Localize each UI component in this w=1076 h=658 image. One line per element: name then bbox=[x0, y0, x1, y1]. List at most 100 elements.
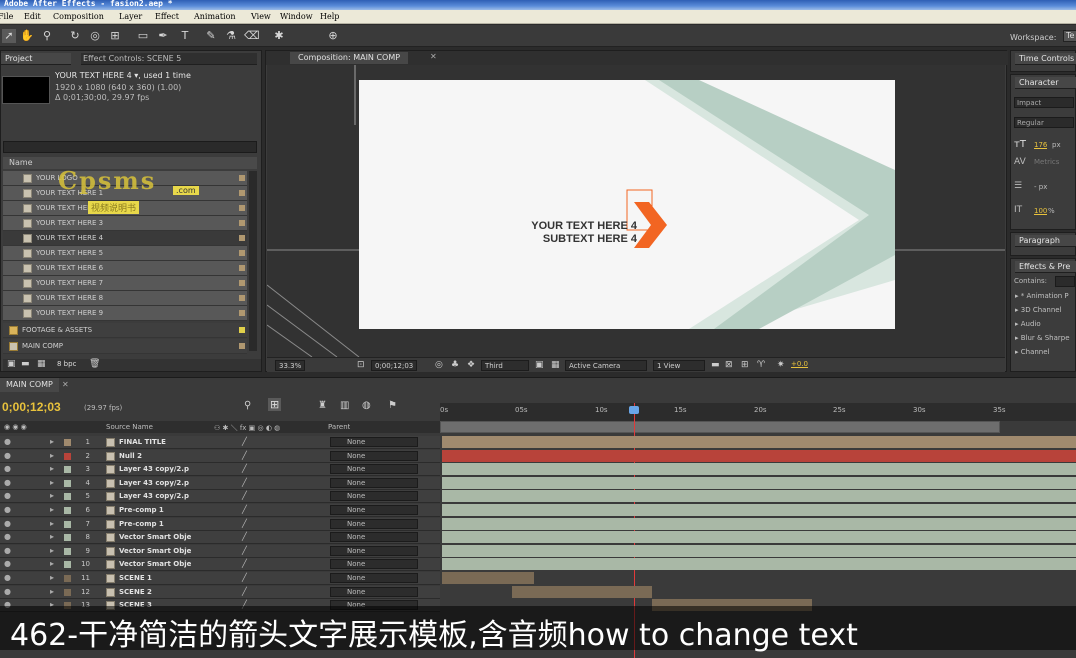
menu-help[interactable]: Help bbox=[320, 12, 339, 21]
work-area-bar[interactable] bbox=[440, 421, 1000, 433]
timeline-layer-row[interactable]: ● ▸ 6 Pre-comp 1 ╱ None bbox=[0, 504, 440, 517]
parent-select[interactable]: None bbox=[330, 477, 418, 488]
project-item[interactable]: YOUR TEXT HERE 6 bbox=[3, 261, 247, 276]
timeline-icon[interactable]: ⊞ bbox=[741, 360, 749, 370]
layer-label-color[interactable] bbox=[64, 439, 71, 446]
layer-name[interactable]: Pre-comp 1 bbox=[119, 506, 164, 514]
layer-duration-bar[interactable] bbox=[442, 463, 1076, 476]
menu-layer[interactable]: Layer bbox=[119, 12, 142, 21]
time-controls-tab[interactable]: Time Controls bbox=[1015, 53, 1076, 65]
quality-switch-icon[interactable]: ╱ bbox=[242, 587, 247, 596]
expand-arrow-icon[interactable]: ▸ bbox=[50, 546, 54, 555]
eraser-tool-icon[interactable]: ⌫ bbox=[244, 29, 260, 43]
comp-mini-flowchart-icon[interactable]: ⊞ bbox=[268, 398, 282, 411]
project-comp[interactable]: MAIN COMP bbox=[3, 339, 247, 354]
pen-tool-icon[interactable]: ✒ bbox=[156, 29, 170, 43]
vertical-scale-value[interactable]: 100 bbox=[1034, 207, 1047, 215]
quality-switch-icon[interactable]: ╱ bbox=[242, 505, 247, 514]
layer-name[interactable]: SCENE 1 bbox=[119, 574, 152, 582]
menu-composition[interactable]: Composition bbox=[53, 12, 104, 21]
effect-category[interactable]: ▸ Audio bbox=[1015, 320, 1041, 328]
timeline-layer-row[interactable]: ● ▸ 5 Layer 43 copy/2.p ╱ None bbox=[0, 490, 440, 504]
color-channel-icon[interactable]: ❖ bbox=[467, 360, 475, 370]
expand-arrow-icon[interactable]: ▸ bbox=[50, 519, 54, 528]
quality-switch-icon[interactable]: ╱ bbox=[242, 437, 247, 446]
exposure-value[interactable]: +0.0 bbox=[791, 360, 808, 368]
paragraph-tab[interactable]: Paragraph bbox=[1015, 235, 1076, 247]
new-comp-icon[interactable]: ▦ bbox=[37, 359, 46, 369]
effect-controls-tab[interactable]: Effect Controls: SCENE 5 bbox=[81, 53, 257, 65]
quality-switch-icon[interactable]: ╱ bbox=[242, 491, 247, 500]
expand-arrow-icon[interactable]: ▸ bbox=[50, 573, 54, 582]
expand-arrow-icon[interactable]: ▸ bbox=[50, 451, 54, 460]
layer-label-color[interactable] bbox=[64, 493, 71, 501]
expand-arrow-icon[interactable]: ▸ bbox=[50, 437, 54, 446]
camera-snapshot-icon[interactable]: ⊡ bbox=[357, 360, 365, 370]
expand-arrow-icon[interactable]: ▸ bbox=[50, 559, 54, 568]
layer-label-color[interactable] bbox=[64, 534, 71, 542]
timeline-layer-row[interactable]: ● ▸ 4 Layer 43 copy/2.p ╱ None bbox=[0, 476, 440, 490]
eye-icon[interactable]: ● bbox=[4, 491, 11, 500]
layer-label-color[interactable] bbox=[64, 452, 71, 460]
playhead-handle[interactable] bbox=[629, 406, 639, 414]
region-of-interest-icon[interactable]: ▣ bbox=[535, 360, 544, 370]
font-family-select[interactable]: Impact bbox=[1014, 97, 1074, 108]
parent-select[interactable]: None bbox=[330, 505, 418, 515]
timeline-layer-row[interactable]: ● ▸ 7 Pre-comp 1 ╱ None bbox=[0, 517, 440, 531]
selection-tool-icon[interactable]: ➚ bbox=[2, 29, 16, 43]
layer-label-color[interactable] bbox=[64, 479, 71, 487]
transparency-grid-icon[interactable]: ▦ bbox=[551, 360, 560, 370]
timeline-layer-row[interactable]: ● ▸ 1 FINAL TITLE ╱ None bbox=[0, 436, 440, 449]
clone-stamp-icon[interactable]: ⚗ bbox=[224, 29, 238, 43]
source-name-header[interactable]: Source Name bbox=[106, 423, 153, 431]
parent-select[interactable]: None bbox=[330, 532, 418, 543]
exposure-icon[interactable]: ✷ bbox=[777, 360, 785, 370]
frame-blending-icon[interactable]: ▥ bbox=[340, 400, 349, 411]
close-tab-icon[interactable]: ✕ bbox=[62, 380, 69, 389]
parent-select[interactable]: None bbox=[330, 464, 418, 475]
motion-blur-icon[interactable]: ◍ bbox=[362, 400, 371, 411]
rotate-tool-icon[interactable]: ↻ bbox=[68, 29, 82, 43]
layer-name[interactable]: Null 2 bbox=[119, 452, 142, 460]
menu-window[interactable]: Window bbox=[280, 12, 313, 21]
hand-tool-icon[interactable]: ✋ bbox=[20, 29, 34, 43]
font-size-value[interactable]: 176 bbox=[1034, 141, 1047, 149]
pan-behind-icon[interactable]: ⊞ bbox=[108, 29, 122, 43]
toggle-pixel-aspect-icon[interactable]: ▬ bbox=[711, 360, 720, 370]
bit-depth-button[interactable]: 8 bpc bbox=[57, 360, 76, 368]
composition-tab[interactable]: Composition: MAIN COMP bbox=[290, 52, 409, 64]
expand-arrow-icon[interactable]: ▸ bbox=[50, 464, 54, 473]
eye-icon[interactable]: ● bbox=[4, 587, 11, 596]
expand-arrow-icon[interactable]: ▸ bbox=[50, 478, 54, 487]
layer-duration-bar[interactable] bbox=[442, 544, 1076, 557]
layer-name[interactable]: Layer 43 copy/2.p bbox=[119, 465, 189, 473]
delete-icon[interactable]: 🗑 bbox=[89, 359, 100, 369]
flowchart-icon[interactable]: ♈ bbox=[757, 360, 765, 370]
project-folder[interactable]: FOOTAGE & ASSETS bbox=[3, 323, 247, 338]
eye-icon[interactable]: ● bbox=[4, 505, 11, 514]
parent-select[interactable]: None bbox=[330, 559, 418, 570]
current-time-display[interactable]: 0;00;12;03 bbox=[371, 360, 418, 371]
layer-label-color[interactable] bbox=[64, 561, 71, 569]
orbit-camera-icon[interactable]: ◎ bbox=[88, 29, 102, 43]
timeline-layer-row[interactable]: ● ▸ 10 Vector Smart Obje ╱ None bbox=[0, 558, 440, 572]
menu-edit[interactable]: Edit bbox=[24, 12, 41, 21]
snapshot-icon[interactable]: ◎ bbox=[435, 360, 443, 370]
quality-switch-icon[interactable]: ╱ bbox=[242, 464, 247, 473]
eye-icon[interactable]: ● bbox=[4, 546, 11, 555]
composition-viewer[interactable]: YOUR TEXT HERE 4 SUBTEXT HERE 4 bbox=[267, 65, 1005, 357]
close-tab-icon[interactable]: ✕ bbox=[430, 52, 437, 61]
menu-view[interactable]: View bbox=[251, 12, 271, 21]
project-item-selected[interactable]: YOUR TEXT HERE 4 bbox=[3, 231, 247, 246]
layer-label-color[interactable] bbox=[64, 547, 71, 555]
menu-effect[interactable]: Effect bbox=[155, 12, 179, 21]
interpret-footage-icon[interactable]: ▣ bbox=[7, 359, 16, 369]
project-search-input[interactable] bbox=[3, 141, 257, 153]
character-tab[interactable]: Character bbox=[1015, 77, 1076, 89]
graph-editor-icon[interactable]: ⚑ bbox=[388, 400, 397, 411]
layer-name[interactable]: Vector Smart Obje bbox=[119, 560, 191, 568]
timeline-layer-row[interactable]: ● ▸ 11 SCENE 1 ╱ None bbox=[0, 572, 440, 585]
layer-label-color[interactable] bbox=[64, 520, 71, 528]
draft-3d-icon[interactable]: ♜ bbox=[318, 400, 327, 411]
quality-switch-icon[interactable]: ╱ bbox=[242, 451, 247, 460]
